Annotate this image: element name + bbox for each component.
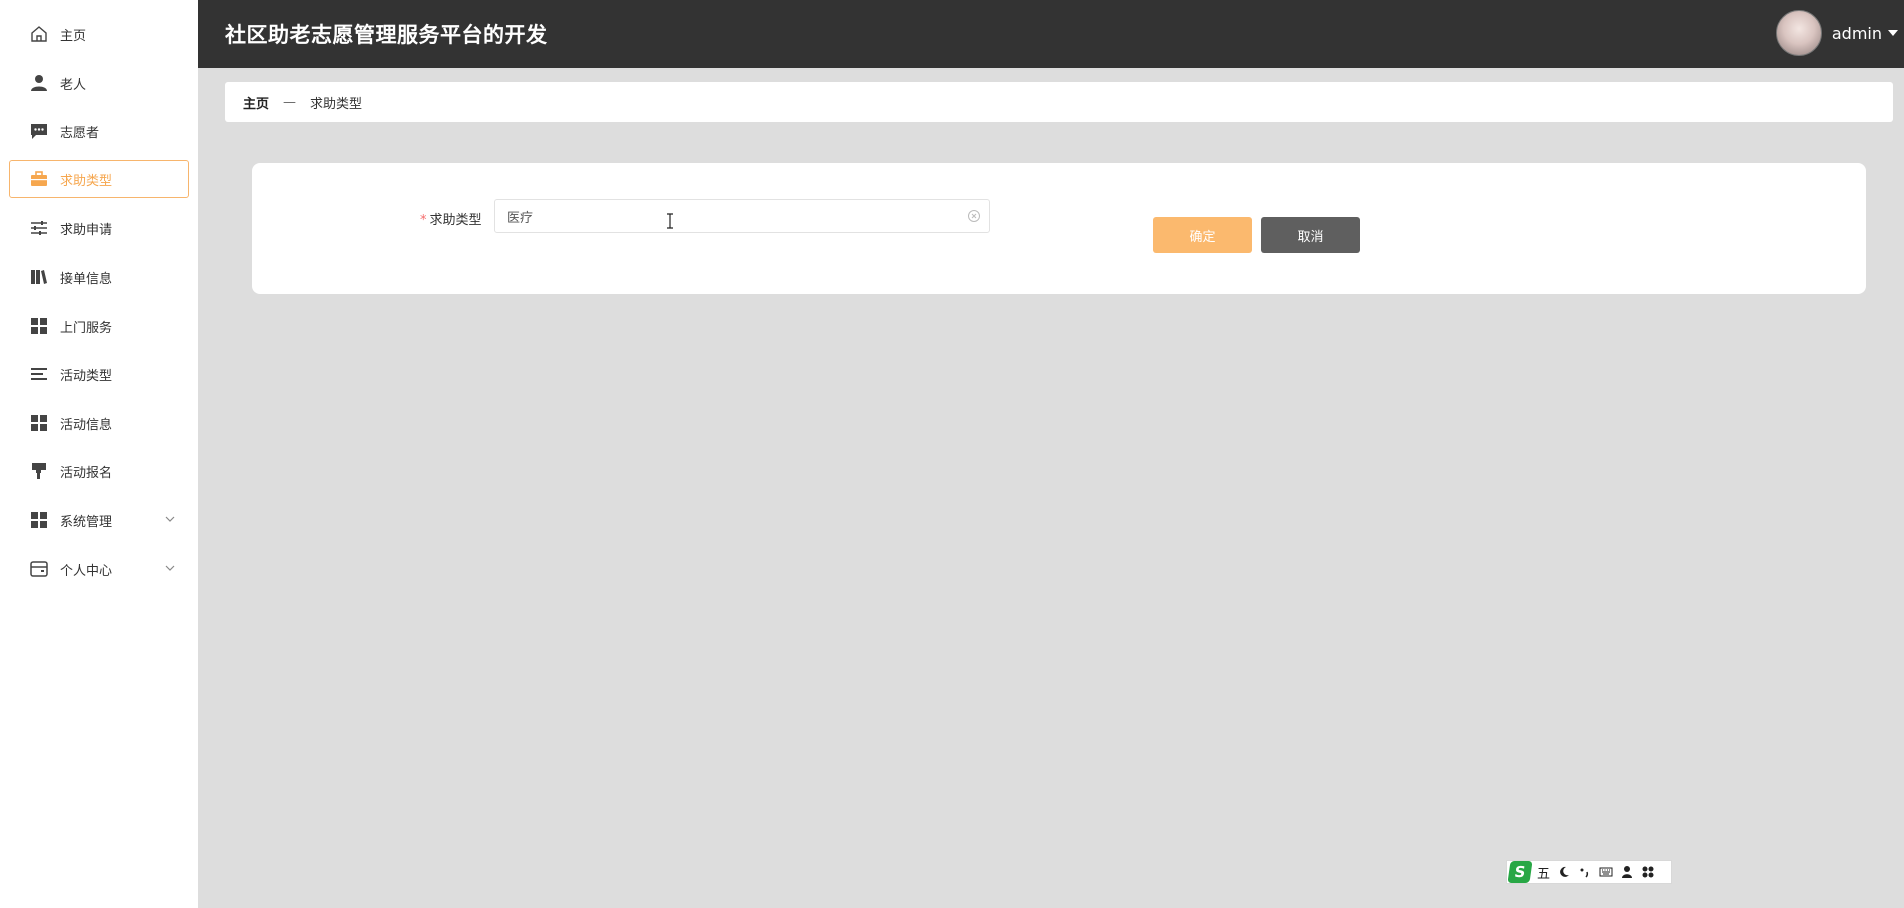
sidebar-item-help-type[interactable]: 求助类型: [9, 160, 189, 198]
sidebar: 主页 老人 志愿者 求助类型 求助申请 接单信息 上门服务 活动类型 活动信息 …: [0, 0, 198, 908]
grid-icon: [29, 316, 49, 336]
sidebar-item-volunteer[interactable]: 志愿者: [9, 112, 189, 150]
user-menu[interactable]: admin: [1775, 10, 1904, 56]
sidebar-item-label: 活动类型: [60, 368, 113, 384]
sidebar-item-activity-type[interactable]: 活动类型: [9, 355, 189, 393]
user-icon: [29, 73, 49, 93]
chat-icon: [29, 121, 49, 141]
grid-icon: [29, 510, 49, 530]
briefcase-icon: [29, 169, 49, 189]
help-type-input-wrapper[interactable]: [494, 199, 990, 233]
ime-logo-icon[interactable]: S: [1507, 861, 1533, 883]
grid-icon: [29, 413, 49, 433]
sidebar-item-system-management[interactable]: 系统管理: [9, 501, 189, 539]
caret-down-icon[interactable]: [1888, 30, 1898, 36]
sidebar-item-label: 求助申请: [60, 222, 113, 238]
avatar[interactable]: [1775, 10, 1822, 56]
form-card: *求助类型 确定 取消: [252, 163, 1866, 294]
chevron-down-icon: [163, 512, 177, 526]
sidebar-item-label: 活动报名: [60, 465, 113, 481]
books-icon: [29, 267, 49, 287]
top-header: 社区助老志愿管理服务平台的开发 admin: [198, 0, 1904, 68]
person-icon[interactable]: [1620, 865, 1634, 879]
sidebar-item-home-service[interactable]: 上门服务: [9, 307, 189, 345]
sidebar-item-elderly[interactable]: 老人: [9, 64, 189, 102]
sidebar-item-label: 活动信息: [60, 417, 113, 433]
help-type-input[interactable]: [505, 200, 949, 232]
apps-icon[interactable]: [1641, 865, 1655, 879]
username[interactable]: admin: [1832, 24, 1882, 43]
sidebar-item-label: 求助类型: [60, 173, 113, 189]
brush-icon: [29, 461, 49, 481]
punctuation-icon[interactable]: [1578, 865, 1592, 879]
sidebar-item-label: 老人: [60, 77, 87, 93]
sidebar-item-personal-center[interactable]: 个人中心: [9, 550, 189, 588]
sidebar-item-label: 上门服务: [60, 320, 113, 336]
help-type-label-text: 求助类型: [429, 213, 482, 228]
moon-icon[interactable]: [1557, 865, 1571, 879]
breadcrumb-home[interactable]: 主页: [243, 93, 269, 112]
breadcrumb-separator: —: [283, 94, 297, 110]
text-cursor-icon: [665, 213, 675, 229]
breadcrumb-current: 求助类型: [310, 96, 363, 112]
sidebar-item-label: 主页: [60, 28, 87, 44]
sidebar-item-label: 系统管理: [60, 514, 113, 530]
sliders-icon: [29, 218, 49, 238]
sidebar-item-activity-info[interactable]: 活动信息: [9, 404, 189, 442]
help-type-label: * 求助类型: [420, 209, 482, 228]
sidebar-item-label: 接单信息: [60, 271, 113, 287]
required-mark: *: [420, 213, 427, 228]
sidebar-item-label: 个人中心: [60, 563, 113, 579]
sidebar-item-order-info[interactable]: 接单信息: [9, 258, 189, 296]
cancel-button[interactable]: 取消: [1261, 217, 1360, 253]
sidebar-item-home[interactable]: 主页: [9, 15, 189, 53]
ime-toolbar[interactable]: S 五: [1506, 860, 1672, 884]
wallet-icon: [29, 559, 49, 579]
sidebar-item-help-request[interactable]: 求助申请: [9, 209, 189, 247]
home-icon: [29, 24, 49, 44]
breadcrumb: 主页 — 求助类型: [225, 82, 1893, 122]
list-icon: [29, 364, 49, 384]
sidebar-item-label: 志愿者: [60, 125, 100, 141]
clear-icon[interactable]: [967, 208, 981, 222]
sidebar-item-activity-signup[interactable]: 活动报名: [9, 452, 189, 490]
confirm-button[interactable]: 确定: [1153, 217, 1252, 253]
ime-mode[interactable]: 五: [1537, 863, 1550, 882]
app-title: 社区助老志愿管理服务平台的开发: [225, 23, 548, 47]
keyboard-icon[interactable]: [1599, 865, 1613, 879]
chevron-down-icon: [163, 561, 177, 575]
